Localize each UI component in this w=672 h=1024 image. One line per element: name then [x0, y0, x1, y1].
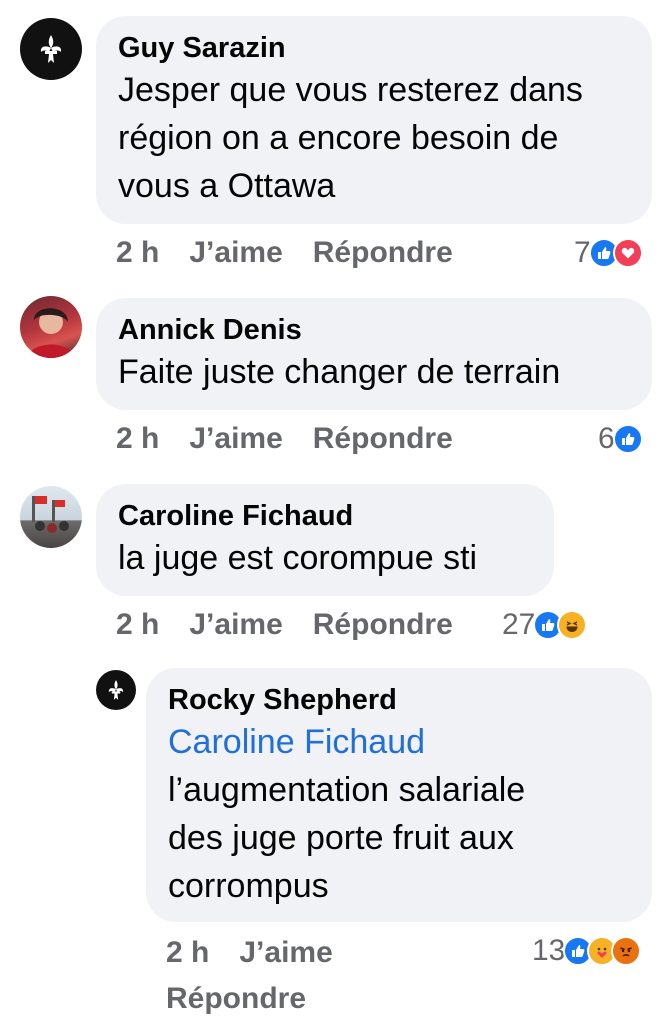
- reply-button[interactable]: Répondre: [313, 236, 453, 270]
- like-button[interactable]: J’aime: [239, 936, 332, 970]
- comment-actions: 2 h J’aime Répondre: [116, 236, 453, 270]
- reply-button[interactable]: Répondre: [313, 422, 453, 456]
- profile-photo-icon: [28, 308, 74, 358]
- reply-button[interactable]: Répondre: [313, 608, 453, 642]
- avatar[interactable]: [96, 670, 136, 710]
- comment-text-line: la juge est corompue sti: [118, 539, 478, 577]
- like-button[interactable]: J’aime: [189, 608, 282, 642]
- love-icon: [612, 238, 643, 268]
- reaction-summary[interactable]: 13: [532, 934, 642, 968]
- comment-timestamp[interactable]: 2 h: [116, 608, 159, 642]
- comment-actions-overflow: Répondre: [166, 982, 306, 1016]
- like-icon: [612, 424, 643, 454]
- comment-text-line: vous a Ottawa: [118, 167, 336, 205]
- comment-bubble: Annick Denis Faite juste changer de terr…: [96, 298, 652, 410]
- reaction-count: 27: [502, 608, 536, 641]
- reaction-summary[interactable]: 6: [598, 422, 643, 456]
- comment-timestamp[interactable]: 2 h: [116, 422, 159, 456]
- comment-actions: 2 h J’aime Répondre: [116, 608, 453, 642]
- comment-text-line: région on a encore besoin de: [118, 119, 559, 157]
- comment-author[interactable]: Annick Denis: [118, 312, 630, 348]
- comment-timestamp[interactable]: 2 h: [116, 236, 159, 270]
- fleur-de-lis-icon: [108, 680, 124, 700]
- like-button[interactable]: J’aime: [189, 236, 282, 270]
- comment-annick-denis: Annick Denis Faite juste changer de terr…: [0, 290, 672, 480]
- comment-text-line: Jesper que vous resterez dans: [118, 71, 583, 109]
- reply-rocky-shepherd: Rocky Shepherd Caroline Fichaud l’augmen…: [0, 664, 672, 1024]
- reaction-summary[interactable]: 7: [574, 236, 643, 270]
- avatar[interactable]: [20, 296, 82, 358]
- comment-author[interactable]: Caroline Fichaud: [118, 498, 532, 534]
- comment-text-line: des juge porte fruit aux: [168, 819, 514, 857]
- comment-caroline-fichaud: Caroline Fichaud la juge est corompue st…: [0, 480, 672, 670]
- reaction-summary[interactable]: 27: [502, 608, 588, 642]
- avatar[interactable]: [20, 486, 82, 548]
- comment-text-line: corrompus: [168, 867, 329, 905]
- angry-icon: [611, 936, 642, 966]
- mention-link[interactable]: Caroline Fichaud: [168, 718, 630, 766]
- comment-bubble: Guy Sarazin Jesper que vous resterez dan…: [96, 16, 652, 224]
- profile-photo-icon: [32, 496, 69, 533]
- comment-actions: 2 h J’aime: [166, 936, 333, 970]
- comment-text-line: l’augmentation salariale: [168, 771, 526, 809]
- comment-bubble: Rocky Shepherd Caroline Fichaud l’augmen…: [146, 668, 652, 922]
- avatar[interactable]: [20, 18, 82, 80]
- comment-actions: 2 h J’aime Répondre: [116, 422, 453, 456]
- haha-icon: [557, 610, 588, 640]
- reaction-count: 13: [532, 934, 566, 967]
- comment-author[interactable]: Guy Sarazin: [118, 30, 630, 66]
- like-button[interactable]: J’aime: [189, 422, 282, 456]
- comment-guy-sarazin: Guy Sarazin Jesper que vous resterez dan…: [0, 0, 672, 290]
- comment-timestamp[interactable]: 2 h: [166, 936, 209, 970]
- reply-button[interactable]: Répondre: [166, 982, 306, 1016]
- comment-text-line: Faite juste changer de terrain: [118, 353, 561, 391]
- fleur-de-lis-icon: [40, 35, 62, 63]
- comment-bubble: Caroline Fichaud la juge est corompue st…: [96, 484, 554, 596]
- comment-author[interactable]: Rocky Shepherd: [168, 682, 630, 718]
